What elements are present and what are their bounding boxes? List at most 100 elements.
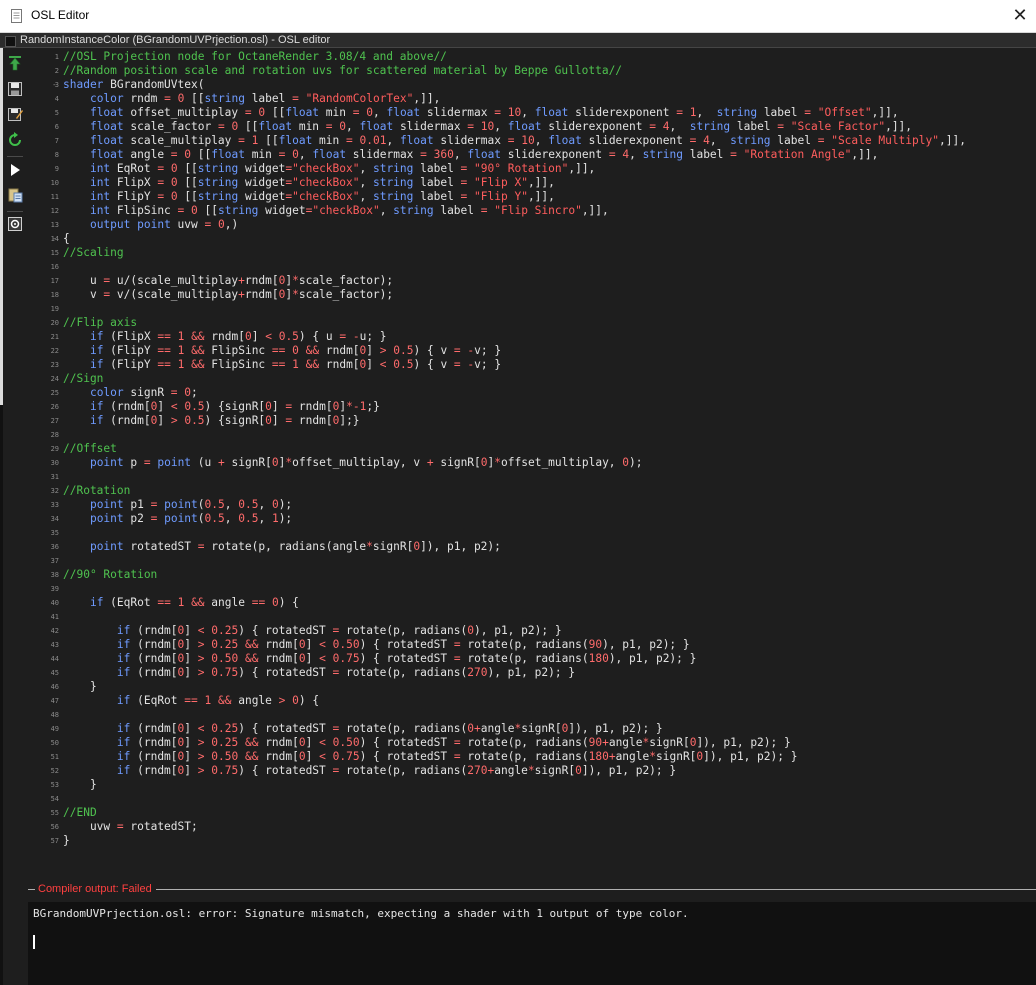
- code-line[interactable]: }: [63, 680, 97, 694]
- code-line[interactable]: //Random position scale and rotation uvs…: [63, 64, 622, 78]
- compiler-output-panel[interactable]: BGrandomUVPrjection.osl: error: Signatur…: [28, 902, 1036, 985]
- code-line[interactable]: float offset_multiplay = 0 [[float min =…: [63, 106, 899, 120]
- line-number: 39: [50, 585, 59, 593]
- code-line[interactable]: //Rotation: [63, 484, 130, 498]
- code-line[interactable]: int FlipSinc = 0 [[string widget="checkB…: [63, 204, 609, 218]
- code-line[interactable]: if (rndm[0] > 0.50 && rndm[0] < 0.75) { …: [63, 652, 696, 666]
- code-line[interactable]: if (rndm[0] < 0.25) { rotatedST = rotate…: [63, 624, 562, 638]
- code-line[interactable]: if (rndm[0] > 0.25 && rndm[0] < 0.50) { …: [63, 736, 791, 750]
- code-line[interactable]: }: [63, 778, 97, 792]
- code-line[interactable]: if (rndm[0] > 0.50 && rndm[0] < 0.75) { …: [63, 750, 798, 764]
- line-number: 7: [54, 137, 59, 145]
- title-bar: OSL Editor ✕: [0, 0, 1036, 33]
- code-line[interactable]: point p = point (u + signR[0]*offset_mul…: [63, 456, 643, 470]
- line-number: 40: [50, 599, 59, 607]
- code-line[interactable]: {: [63, 232, 70, 246]
- line-number: 38: [50, 571, 59, 579]
- line-number: 57: [50, 837, 59, 845]
- line-number: 55: [50, 809, 59, 817]
- toolbar-separator: [7, 211, 23, 212]
- line-number: 36: [50, 543, 59, 551]
- code-line[interactable]: int EqRot = 0 [[string widget="checkBox"…: [63, 162, 595, 176]
- code-line[interactable]: shader BGrandomUVtex(: [63, 78, 204, 92]
- code-line[interactable]: //90° Rotation: [63, 568, 157, 582]
- line-number: 31: [50, 473, 59, 481]
- code-line[interactable]: uvw = rotatedST;: [63, 820, 198, 834]
- code-line[interactable]: if (rndm[0] > 0.75) { rotatedST = rotate…: [63, 764, 676, 778]
- code-line[interactable]: //Scaling: [63, 246, 124, 260]
- code-line[interactable]: point rotatedST = rotate(p, radians(angl…: [63, 540, 501, 554]
- line-number: 18: [50, 291, 59, 299]
- code-line[interactable]: if (rndm[0] > 0.5) {signR[0] = rndm[0];}: [63, 414, 360, 428]
- code-line[interactable]: //Flip axis: [63, 316, 137, 330]
- code-line[interactable]: if (rndm[0] > 0.75) { rotatedST = rotate…: [63, 666, 575, 680]
- code-line[interactable]: //OSL Projection node for OctaneRender 3…: [63, 50, 447, 64]
- code-line[interactable]: if (FlipX == 1 && rndm[0] < 0.5) { u = -…: [63, 330, 387, 344]
- document-tab[interactable]: RandomInstanceColor (BGrandomUVPrjection…: [0, 33, 1036, 48]
- code-editor[interactable]: //OSL Projection node for OctaneRender 3…: [63, 50, 1033, 876]
- line-number: 10: [50, 179, 59, 187]
- code-line[interactable]: if (EqRot == 1 && angle > 0) {: [63, 694, 319, 708]
- code-line[interactable]: int FlipX = 0 [[string widget="checkBox"…: [63, 176, 555, 190]
- line-number: 41: [50, 613, 59, 621]
- line-number: 12: [50, 207, 59, 215]
- code-line[interactable]: v = v/(scale_multiplay+rndm[0]*scale_fac…: [63, 288, 393, 302]
- code-line[interactable]: if (rndm[0] > 0.25 && rndm[0] < 0.50) { …: [63, 638, 690, 652]
- code-line[interactable]: //Sign: [63, 372, 103, 386]
- code-line[interactable]: if (rndm[0] < 0.5) {signR[0] = rndm[0]*-…: [63, 400, 380, 414]
- compiler-status: Compiler output: Failed: [38, 883, 152, 895]
- code-line[interactable]: point p2 = point(0.5, 0.5, 1);: [63, 512, 292, 526]
- fold-marker[interactable]: -: [52, 232, 59, 246]
- line-number: 53: [50, 781, 59, 789]
- line-number: 11: [50, 193, 59, 201]
- settings-icon[interactable]: [7, 216, 23, 232]
- compiler-output-header: Compiler output: Failed: [28, 876, 1036, 902]
- code-line[interactable]: u = u/(scale_multiplay+rndm[0]*scale_fac…: [63, 274, 393, 288]
- line-number: 48: [50, 711, 59, 719]
- code-line[interactable]: output point uvw = 0,): [63, 218, 238, 232]
- line-number: 44: [50, 655, 59, 663]
- run-icon[interactable]: [7, 162, 23, 178]
- line-number: 1: [54, 53, 59, 61]
- code-line[interactable]: color rndm = 0 [[string label = "RandomC…: [63, 92, 440, 106]
- line-number: 28: [50, 431, 59, 439]
- document-title: RandomInstanceColor (BGrandomUVPrjection…: [20, 34, 331, 46]
- code-line[interactable]: if (rndm[0] < 0.25) { rotatedST = rotate…: [63, 722, 663, 736]
- document-icon: [11, 9, 22, 23]
- code-line[interactable]: color signR = 0;: [63, 386, 198, 400]
- code-line[interactable]: //Offset: [63, 442, 117, 456]
- reload-icon[interactable]: [7, 132, 23, 148]
- line-number: 22: [50, 347, 59, 355]
- code-line[interactable]: }: [63, 834, 70, 848]
- line-number: 13: [50, 221, 59, 229]
- line-number: 51: [50, 753, 59, 761]
- line-number: 19: [50, 305, 59, 313]
- save-as-icon[interactable]: [7, 106, 23, 122]
- line-number: 21: [50, 333, 59, 341]
- line-number: 20: [50, 319, 59, 327]
- code-line[interactable]: float scale_multiplay = 1 [[float min = …: [63, 134, 966, 148]
- fold-marker[interactable]: -: [52, 78, 59, 92]
- line-number: 8: [54, 151, 59, 159]
- save-icon[interactable]: [7, 81, 23, 97]
- code-line[interactable]: float angle = 0 [[float min = 0, float s…: [63, 148, 878, 162]
- line-number: 27: [50, 417, 59, 425]
- line-number: 32: [50, 487, 59, 495]
- upload-icon[interactable]: [7, 55, 23, 71]
- line-number: 4: [54, 95, 59, 103]
- code-line[interactable]: int FlipY = 0 [[string widget="checkBox"…: [63, 190, 555, 204]
- window-title: OSL Editor: [31, 8, 90, 22]
- line-number: 52: [50, 767, 59, 775]
- line-number: 15: [50, 249, 59, 257]
- code-line[interactable]: //END: [63, 806, 97, 820]
- code-line[interactable]: float scale_factor = 0 [[float min = 0, …: [63, 120, 912, 134]
- close-icon[interactable]: ✕: [1004, 0, 1036, 32]
- code-line[interactable]: if (EqRot == 1 && angle == 0) {: [63, 596, 299, 610]
- code-line[interactable]: if (FlipY == 1 && FlipSinc == 1 && rndm[…: [63, 358, 501, 372]
- line-number: 54: [50, 795, 59, 803]
- line-number-gutter: 1 2 3-4 5 6 7 8 9 10 11 12 13 14-15 16 17 18 19 20 21 22 23 2…: [28, 48, 61, 876]
- code-line[interactable]: point p1 = point(0.5, 0.5, 0);: [63, 498, 292, 512]
- paste-icon[interactable]: [7, 187, 23, 203]
- code-line[interactable]: if (FlipY == 1 && FlipSinc == 0 && rndm[…: [63, 344, 501, 358]
- line-number: 2: [54, 67, 59, 75]
